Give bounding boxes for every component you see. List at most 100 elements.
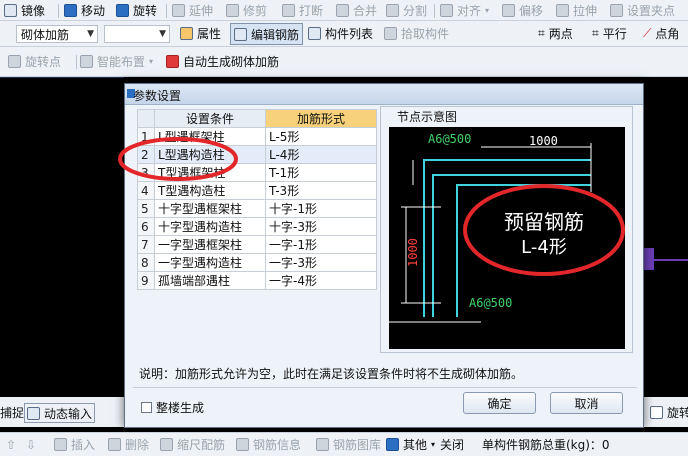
- condition-cell[interactable]: 孤墙端部遇柱: [154, 271, 266, 290]
- table-row[interactable]: 8 一字型遇构造柱 一字-3形: [137, 253, 377, 272]
- break-button[interactable]: 打断: [282, 0, 323, 20]
- form-cell[interactable]: 一字-3形: [265, 253, 377, 272]
- auto-generate-button[interactable]: 自动生成砌体加筋: [166, 47, 279, 76]
- column-header-condition[interactable]: 设置条件: [154, 109, 266, 128]
- statusbar: ⇧ ⇩ 插入 删除 缩尺配筋 钢筋信息 钢筋图库 其他 ▾ 关闭 单构件钢筋总重(…: [0, 432, 688, 456]
- parallel-button[interactable]: ⌗ 平行: [592, 21, 627, 46]
- form-cell[interactable]: 一字-4形: [265, 271, 377, 290]
- component-list-button[interactable]: 构件列表: [308, 21, 373, 46]
- split-icon: [386, 3, 399, 17]
- left-bottom-bar: 捕捉 动态输入: [0, 397, 124, 427]
- condition-cell[interactable]: 十字型遇框架柱: [154, 199, 266, 218]
- condition-cell[interactable]: T型遇框架柱: [154, 163, 266, 182]
- merge-icon: [336, 3, 349, 17]
- rebar-info-button[interactable]: 钢筋信息: [236, 433, 301, 456]
- table-row[interactable]: 3 T型遇框架柱 T-1形: [137, 163, 377, 182]
- checkbox-icon[interactable]: [141, 402, 152, 413]
- row-number: 6: [137, 217, 155, 236]
- offset-button[interactable]: 偏移: [502, 0, 543, 20]
- scale-rebar-icon: [160, 438, 173, 451]
- form-cell[interactable]: 十字-3形: [265, 217, 377, 236]
- grip-icon: [610, 3, 623, 17]
- split-button[interactable]: 分割: [386, 0, 427, 20]
- extend-button[interactable]: 延伸: [172, 0, 213, 20]
- auto-generate-icon: [166, 55, 179, 68]
- form-cell[interactable]: L-4形: [265, 145, 377, 164]
- condition-cell[interactable]: 十字型遇构造柱: [154, 217, 266, 236]
- properties-icon: [180, 27, 193, 40]
- node-diagram: A6@500 A6@500 1000 1000 预留钢筋 L-4形: [389, 127, 625, 349]
- stretch-icon: [556, 3, 569, 17]
- separator: [76, 55, 77, 69]
- form-cell[interactable]: T-3形: [265, 181, 377, 200]
- properties-button[interactable]: 属性: [180, 21, 221, 46]
- table-row[interactable]: 9 孤墙端部遇柱 一字-4形: [137, 271, 377, 290]
- component-name-select[interactable]: ▼: [104, 25, 170, 43]
- trim-button[interactable]: 修剪: [226, 0, 267, 20]
- chevron-down-icon: ▼: [87, 29, 94, 39]
- condition-cell[interactable]: 一字型遇框架柱: [154, 235, 266, 254]
- smart-layout-button[interactable]: 智能布置 ▾: [80, 47, 153, 76]
- move-button[interactable]: 移动: [64, 0, 105, 20]
- condition-cell[interactable]: 一字型遇构造柱: [154, 253, 266, 272]
- annotation-text-1: 预留钢筋: [504, 210, 584, 234]
- snap-toggle[interactable]: 捕捉: [0, 397, 24, 427]
- rebar-info-icon: [236, 438, 249, 451]
- table-row[interactable]: 2 L型遇构造柱 L-4形: [137, 145, 377, 164]
- edit-rebar-button[interactable]: 编辑钢筋: [230, 23, 304, 45]
- table-row[interactable]: 6 十字型遇构造柱 十字-3形: [137, 217, 377, 236]
- two-points-button[interactable]: ⌗ 两点: [538, 21, 573, 46]
- table-row[interactable]: 5 十字型遇框架柱 十字-1形: [137, 199, 377, 218]
- whole-floor-checkbox[interactable]: 整楼生成: [141, 399, 204, 416]
- stretch-button[interactable]: 拉伸: [556, 0, 597, 20]
- down-arrow-button[interactable]: ⇩: [26, 433, 36, 456]
- dim-text-v: 1000: [406, 238, 420, 267]
- cancel-button[interactable]: 取消: [550, 392, 623, 414]
- form-cell[interactable]: T-1形: [265, 163, 377, 182]
- two-points-icon: ⌗: [538, 26, 545, 40]
- form-cell[interactable]: 十字-1形: [265, 199, 377, 218]
- point-angle-button[interactable]: ⟋ 点角: [643, 21, 679, 46]
- scale-rebar-button[interactable]: 缩尺配筋: [160, 433, 225, 456]
- mirror-button[interactable]: 镜像: [4, 0, 45, 20]
- delete-button[interactable]: 删除: [108, 433, 149, 456]
- table-row[interactable]: 4 T型遇构造柱 T-3形: [137, 181, 377, 200]
- up-arrow-icon: ⇧: [6, 437, 17, 452]
- up-arrow-button[interactable]: ⇧: [6, 433, 16, 456]
- insert-button[interactable]: 插入: [54, 433, 95, 456]
- close-button[interactable]: 关闭: [440, 433, 464, 456]
- label-a6-top: A6@500: [428, 132, 471, 146]
- align-button[interactable]: 对齐 ▾: [440, 0, 489, 20]
- set-grip-button[interactable]: 设置夹点: [610, 0, 675, 20]
- checkbox-icon: [650, 405, 663, 419]
- rebar-library-button[interactable]: 钢筋图库: [316, 433, 381, 456]
- settings-table: 设置条件 加筋形式 1 L型遇框架柱 L-5形 2 L型遇构造柱 L-4形 3 T型遇框架柱 T…: [137, 109, 377, 290]
- ok-button[interactable]: 确定: [463, 392, 536, 414]
- move-icon: [64, 3, 77, 17]
- other-menu[interactable]: 其他 ▾: [386, 433, 435, 456]
- rotate-button[interactable]: 旋转: [116, 0, 157, 20]
- form-cell[interactable]: 一字-1形: [265, 235, 377, 254]
- table-row[interactable]: 1 L型遇框架柱 L-5形: [137, 127, 377, 146]
- condition-cell[interactable]: T型遇构造柱: [154, 181, 266, 200]
- rotate-icon: [116, 3, 129, 17]
- row-number: 7: [137, 235, 155, 254]
- toolbar-component: 砌体加筋 ▼ ▼ 属性 编辑钢筋 构件列表 拾取构件 ⌗ 两点 ⌗ 平行 ⟋ 点角: [0, 21, 688, 47]
- rebar-library-icon: [316, 438, 329, 451]
- condition-cell[interactable]: L型遇框架柱: [154, 127, 266, 146]
- row-number: 8: [137, 253, 155, 272]
- table-row[interactable]: 7 一字型遇框架柱 一字-1形: [137, 235, 377, 254]
- pick-component-button[interactable]: 拾取构件: [384, 21, 449, 46]
- dynamic-input-toggle[interactable]: 动态输入: [24, 403, 96, 423]
- rotate-checkbox[interactable]: 旋转: [650, 397, 688, 427]
- rotate-point-button[interactable]: 旋转点: [8, 47, 61, 76]
- dialog-titlebar[interactable]: 参数设置: [125, 84, 643, 105]
- column-header-form[interactable]: 加筋形式: [265, 109, 377, 128]
- merge-button[interactable]: 合并: [336, 0, 377, 20]
- component-type-select[interactable]: 砌体加筋 ▼: [16, 25, 98, 43]
- condition-cell[interactable]: L型遇构造柱: [154, 145, 266, 164]
- row-number: 1: [137, 127, 155, 146]
- offset-icon: [502, 3, 515, 17]
- edit-rebar-icon: [234, 27, 247, 41]
- form-cell[interactable]: L-5形: [265, 127, 377, 146]
